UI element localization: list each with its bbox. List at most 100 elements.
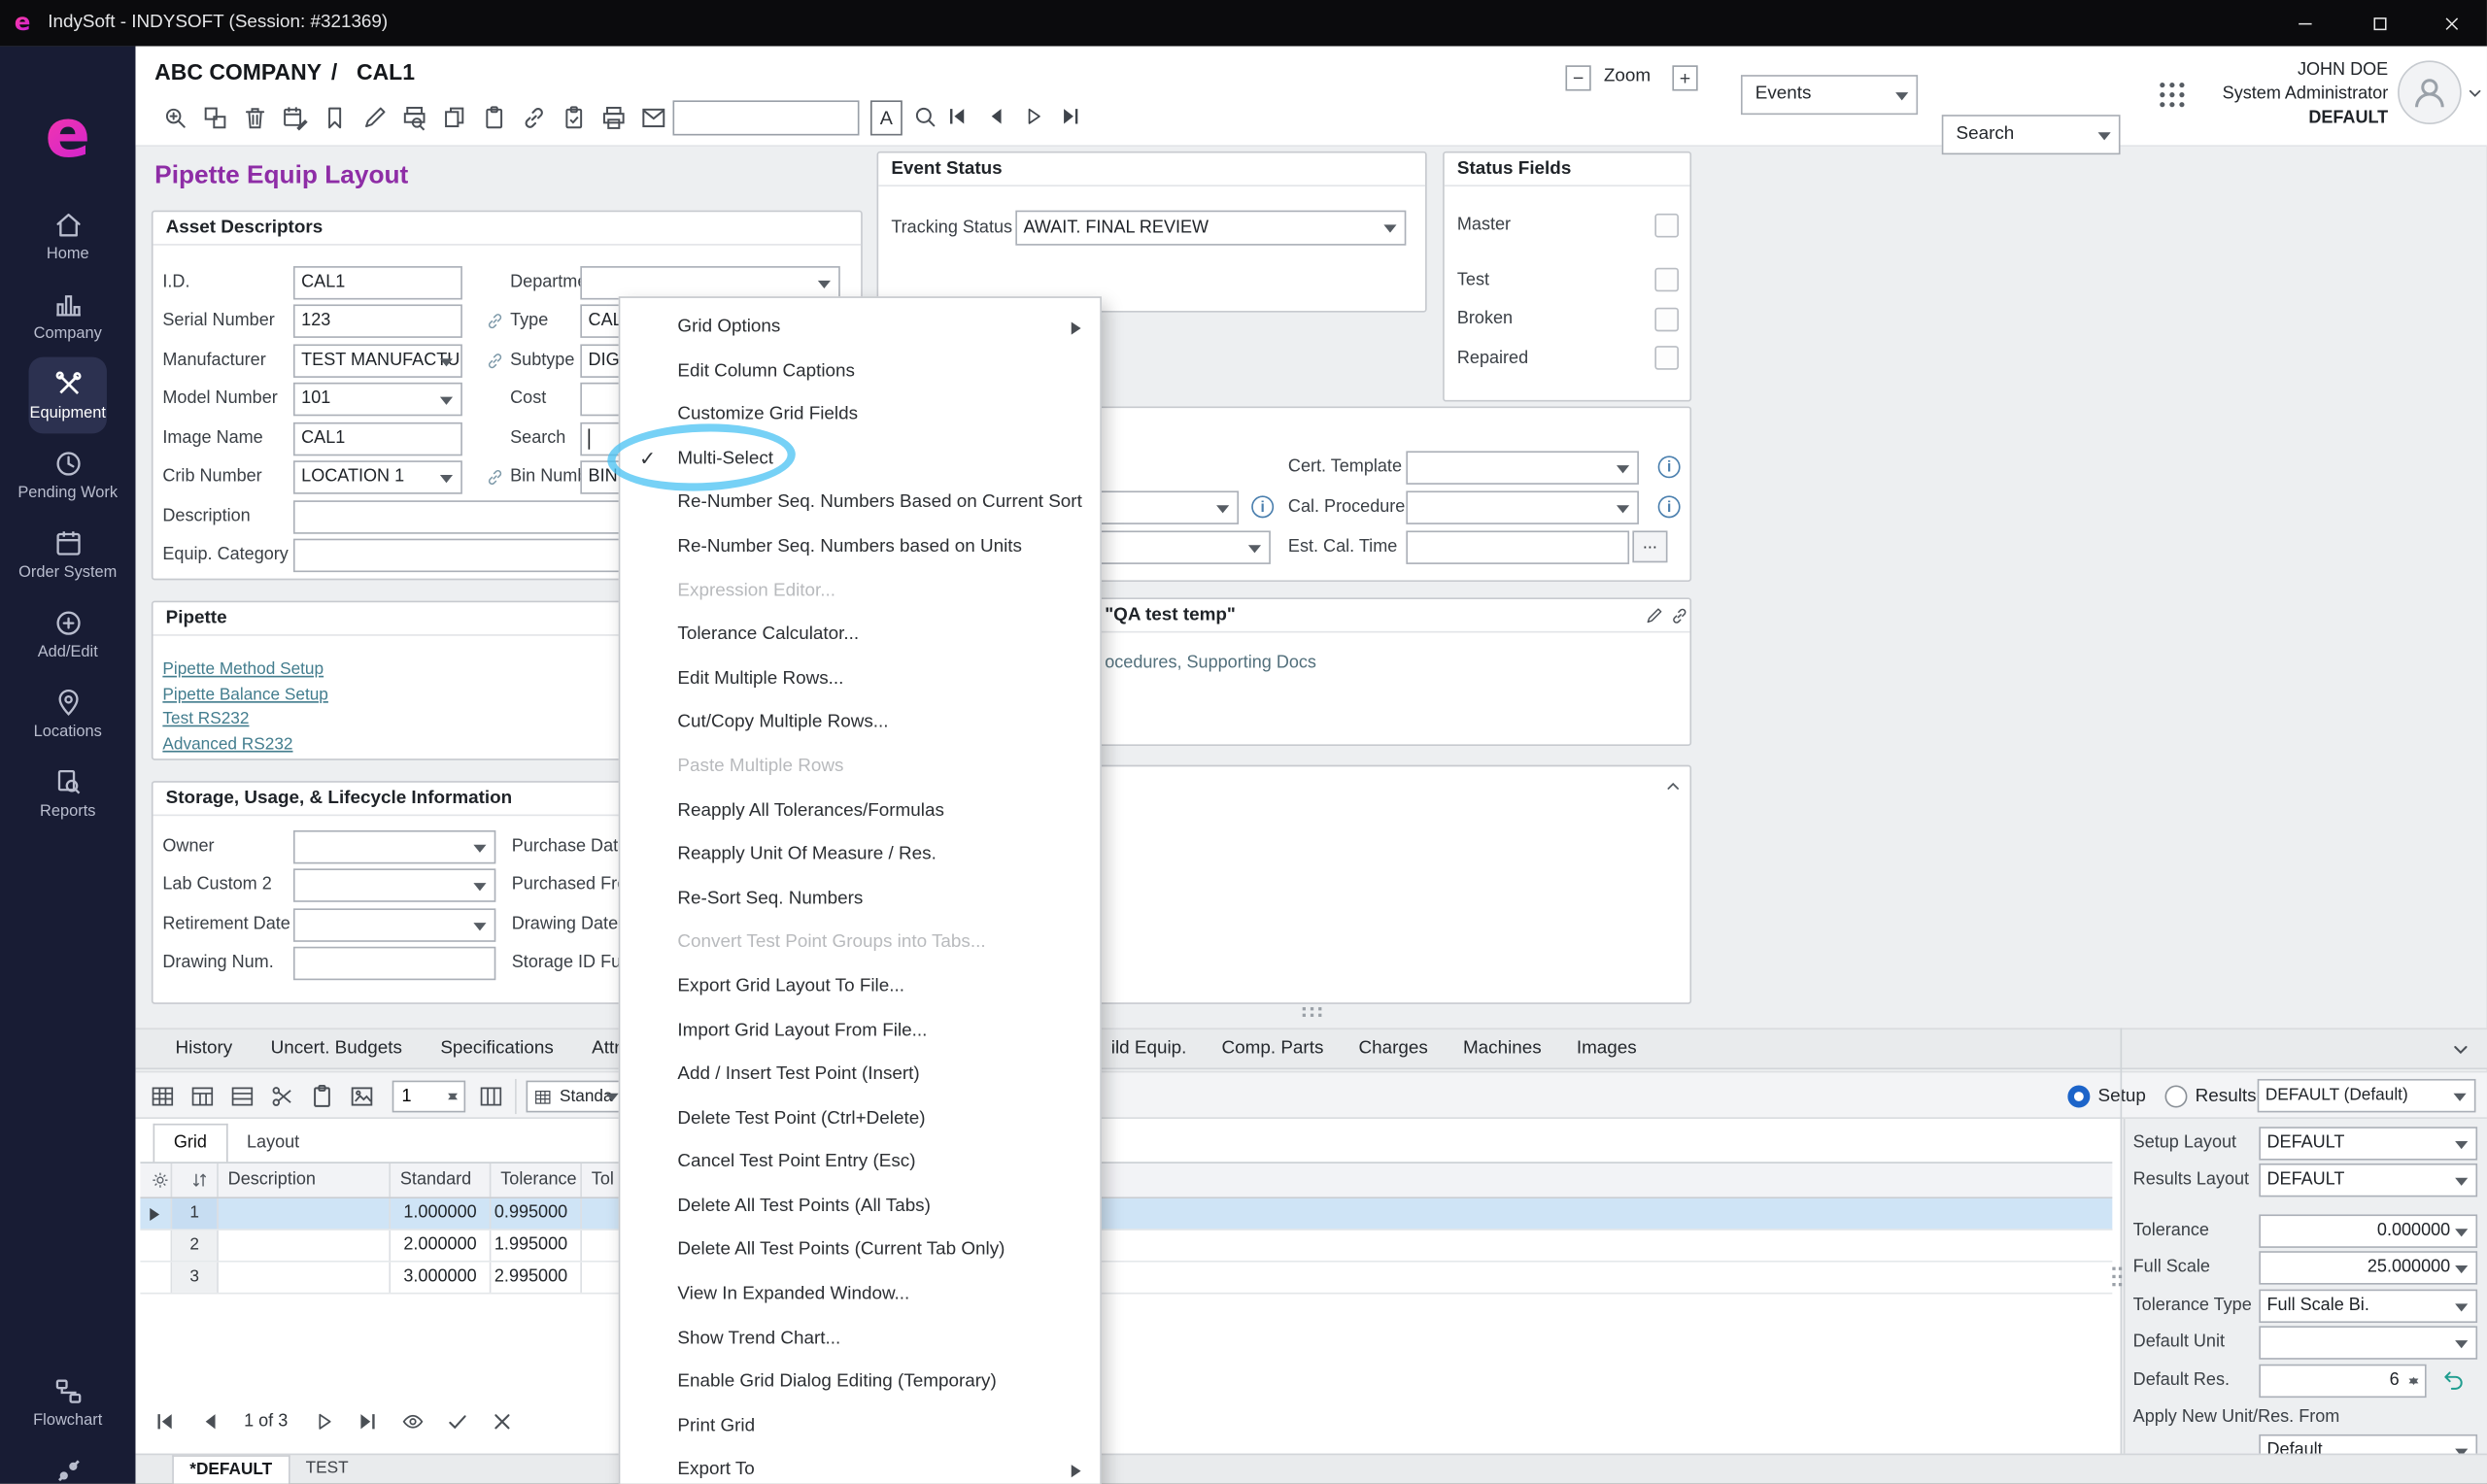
standard-cell[interactable]: 1.000000 [391, 1198, 491, 1229]
windows-icon[interactable] [199, 100, 229, 135]
user-chevron-down-icon[interactable] [2465, 83, 2485, 112]
standard-cell[interactable]: 2.000000 [391, 1231, 491, 1261]
tolerance-cell[interactable]: 2.995000 [491, 1263, 582, 1293]
menu-item[interactable]: Reapply Unit Of Measure / Res. [620, 833, 1100, 877]
sidebar-item[interactable]: Company [0, 276, 135, 355]
info-icon[interactable] [1658, 495, 1681, 518]
pipette-link[interactable]: Test RS232 [162, 709, 249, 728]
pipette-link[interactable]: Pipette Balance Setup [162, 685, 328, 704]
options-column-header[interactable] [140, 1164, 172, 1197]
menu-item[interactable]: Add / Insert Test Point (Insert) [620, 1054, 1100, 1097]
drawing-num-input[interactable] [293, 947, 495, 980]
menu-item[interactable]: Edit Multiple Rows... [620, 658, 1100, 701]
undo-icon[interactable] [2440, 1367, 2466, 1393]
cut-icon[interactable] [266, 1081, 296, 1113]
default-res-spinner[interactable]: 6 [2259, 1365, 2426, 1398]
row-number-cell[interactable]: 3 [172, 1263, 219, 1293]
menu-item[interactable]: Cut/Copy Multiple Rows... [620, 702, 1100, 746]
image-icon[interactable] [346, 1081, 376, 1113]
column-header[interactable]: Tolerance [491, 1164, 582, 1197]
info-icon[interactable] [1251, 495, 1274, 518]
columns-icon[interactable] [475, 1081, 505, 1113]
first-page-icon[interactable] [152, 1409, 177, 1434]
apply-from-select[interactable]: Default [2259, 1434, 2477, 1454]
print-icon[interactable] [597, 100, 628, 135]
sidebar-item[interactable]: Order System [0, 515, 135, 594]
section-tab[interactable]: History [176, 1039, 233, 1059]
table-columns-icon[interactable] [187, 1081, 217, 1113]
paste-icon[interactable] [478, 100, 508, 135]
calendar-edit-icon[interactable] [279, 100, 309, 135]
menu-item[interactable]: Export To [620, 1449, 1100, 1483]
splitter-handle[interactable] [1303, 1007, 1306, 1010]
standard-cell[interactable]: 3.000000 [391, 1263, 491, 1293]
menu-item[interactable]: Print Grid [620, 1405, 1100, 1449]
model-select[interactable]: 101 [293, 383, 462, 416]
link-icon[interactable] [518, 100, 548, 135]
setup-layout-select[interactable]: DEFAULT [2259, 1127, 2477, 1160]
copy-icon[interactable] [438, 100, 468, 135]
est-cal-time-input[interactable] [1406, 530, 1629, 563]
menu-item[interactable]: Convert Test Point Groups into Tabs... [620, 922, 1100, 965]
menu-item[interactable]: View In Expanded Window... [620, 1273, 1100, 1317]
menu-item[interactable]: Re-Sort Seq. Numbers [620, 878, 1100, 922]
row-number-cell[interactable]: 2 [172, 1231, 219, 1261]
results-radio-label[interactable]: Results [2196, 1084, 2257, 1109]
section-tab[interactable]: Machines [1463, 1039, 1542, 1059]
grid-tab[interactable]: Layout [227, 1126, 319, 1164]
lab-custom2-select[interactable] [293, 868, 495, 901]
preview-eye-icon[interactable] [399, 1409, 425, 1434]
edit-icon[interactable] [1644, 606, 1664, 626]
menu-item[interactable]: Grid Options [620, 306, 1100, 350]
table-icon[interactable] [147, 1081, 177, 1113]
sidebar-item[interactable]: Reports [0, 754, 135, 833]
grid-tab[interactable]: Grid [153, 1124, 228, 1162]
results-layout-select[interactable]: DEFAULT [2259, 1164, 2477, 1197]
previous-page-icon[interactable] [196, 1409, 221, 1434]
grid-row[interactable]: 3 3.000000 2.995000 [140, 1263, 2112, 1295]
pipette-link[interactable]: Advanced RS232 [162, 734, 292, 754]
search-dropdown[interactable]: Search [1942, 115, 2121, 154]
mail-icon[interactable] [637, 100, 667, 135]
status-checkbox[interactable] [1654, 213, 1679, 237]
status-checkbox[interactable] [1654, 268, 1679, 292]
table-rows-icon[interactable] [226, 1081, 256, 1113]
full-scale-input[interactable]: 25.000000 [2259, 1251, 2477, 1284]
image-name-input[interactable]: CAL1 [293, 422, 462, 455]
avatar[interactable] [2398, 60, 2462, 124]
first-record-icon[interactable] [943, 104, 969, 129]
sequence-spinner[interactable]: 1 [392, 1081, 465, 1113]
tolerance-cell[interactable]: 0.995000 [491, 1198, 582, 1229]
section-tab[interactable]: Uncert. Budgets [271, 1039, 402, 1059]
menu-item[interactable]: Delete All Test Points (All Tabs) [620, 1186, 1100, 1230]
description-cell[interactable] [219, 1198, 391, 1229]
next-record-icon[interactable] [1020, 104, 1045, 129]
zoom-in-icon[interactable] [159, 100, 189, 135]
tolerance-cell[interactable]: 1.995000 [491, 1231, 582, 1261]
menu-item[interactable]: Delete Test Point (Ctrl+Delete) [620, 1097, 1100, 1141]
sidebar-item[interactable]: Equipment [0, 355, 135, 435]
menu-item[interactable]: Enable Grid Dialog Editing (Temporary) [620, 1362, 1100, 1405]
sidebar-item[interactable]: Equip. Links [0, 1442, 135, 1484]
cert-template-select[interactable] [1406, 451, 1639, 484]
clipboard-check-icon[interactable] [558, 100, 588, 135]
menu-item[interactable]: Edit Column Captions [620, 350, 1100, 393]
section-tab[interactable]: Images [1577, 1039, 1637, 1059]
maximize-button[interactable] [2343, 0, 2415, 47]
setup-radio[interactable] [2067, 1086, 2090, 1108]
row-number-cell[interactable]: 1 [172, 1198, 219, 1229]
grid-row[interactable]: 1 1.000000 0.995000 [140, 1198, 2112, 1231]
tolerance-input[interactable]: 0.000000 [2259, 1214, 2477, 1247]
section-tab[interactable]: ild Equip. [1111, 1039, 1187, 1059]
menu-item[interactable]: Cancel Test Point Entry (Esc) [620, 1141, 1100, 1185]
menu-item[interactable]: Import Grid Layout From File... [620, 1010, 1100, 1054]
sort-column-header[interactable] [172, 1164, 219, 1197]
grid-page-tab[interactable]: *DEFAULT [172, 1455, 290, 1484]
menu-item[interactable]: Export Grid Layout To File... [620, 965, 1100, 1009]
sidebar-item[interactable]: Add/Edit [0, 594, 135, 674]
status-checkbox[interactable] [1654, 347, 1679, 371]
link-icon[interactable] [485, 351, 505, 371]
last-record-icon[interactable] [1059, 104, 1084, 129]
ellipsis-button[interactable]: ... [1632, 530, 1667, 562]
section-tab[interactable]: Specifications [440, 1039, 553, 1059]
